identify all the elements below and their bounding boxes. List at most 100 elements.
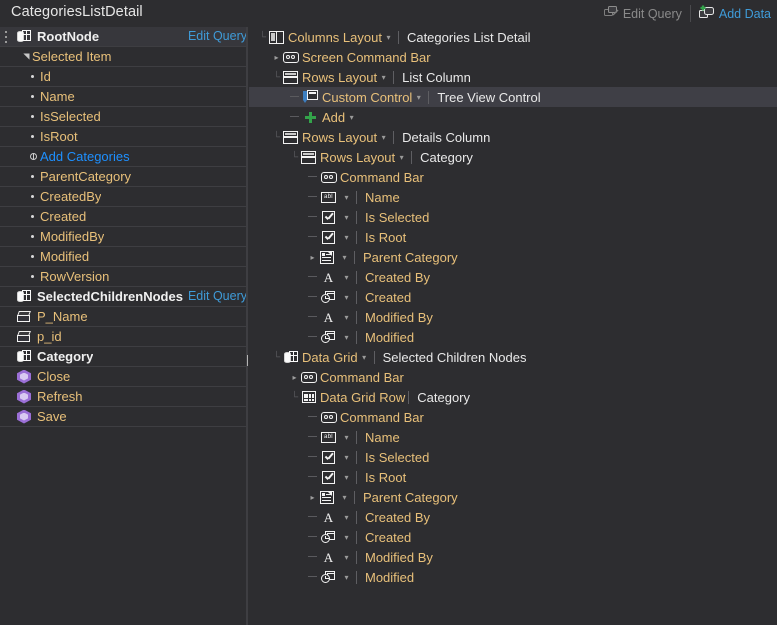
member-row[interactable]: p_id <box>0 327 247 347</box>
tree-node-icon-wrap: A <box>320 549 337 565</box>
tree-row[interactable]: A ▾ Modified By <box>249 547 777 567</box>
chevron-down-icon[interactable]: ▾ <box>395 153 408 162</box>
tree-row[interactable]: └ Data Grid ▾ Selected Children Nodes <box>249 347 777 367</box>
tree-node-icon-wrap <box>320 409 337 425</box>
tree-row[interactable]: Custom Control ▾ Tree View Control <box>249 87 777 107</box>
member-icon-wrap <box>30 255 40 258</box>
chevron-down-icon[interactable]: ▾ <box>340 273 353 282</box>
expander-expanded-icon[interactable]: └ <box>289 152 300 163</box>
member-icon-wrap <box>16 329 32 345</box>
command-bar-icon <box>320 411 337 423</box>
member-row[interactable]: Name <box>0 87 247 107</box>
member-row[interactable]: Created <box>0 207 247 227</box>
tree-row[interactable]: ▾ Created <box>249 527 777 547</box>
expander-collapsed-icon[interactable]: ▸ <box>307 493 318 502</box>
tree-row[interactable]: Command Bar <box>249 167 777 187</box>
chevron-down-icon[interactable]: ▾ <box>377 133 390 142</box>
member-row[interactable]: ◢ Selected Item <box>0 47 247 67</box>
bullet <box>31 255 34 258</box>
member-label[interactable]: Add Categories <box>40 149 130 164</box>
tree-row[interactable]: ▾ Is Selected <box>249 207 777 227</box>
chevron-down-icon[interactable]: ▾ <box>345 113 358 122</box>
chevron-down-icon[interactable]: ▾ <box>340 193 353 202</box>
edit-query-link[interactable]: Edit Query <box>188 289 247 303</box>
tree-row[interactable]: A ▾ Modified By <box>249 307 777 327</box>
member-row[interactable]: Save <box>0 407 247 427</box>
tree-row[interactable]: ▾ Created <box>249 287 777 307</box>
member-row[interactable]: ModifiedBy <box>0 227 247 247</box>
chevron-down-icon[interactable]: ▾ <box>340 573 353 582</box>
panel-splitter[interactable] <box>246 27 248 625</box>
chevron-down-icon[interactable]: ▾ <box>340 293 353 302</box>
tree-row[interactable]: ▾ Modified <box>249 567 777 587</box>
expander-collapsed-icon[interactable]: ▸ <box>307 253 318 262</box>
member-row[interactable]: Close <box>0 367 247 387</box>
expander-collapsed-icon[interactable]: ▸ <box>289 373 300 382</box>
chevron-down-icon[interactable]: ▾ <box>340 333 353 342</box>
add-data-button[interactable]: Add Data <box>693 0 777 27</box>
member-row[interactable]: Id <box>0 67 247 87</box>
tree-row[interactable]: └ Rows Layout ▾ Details Column <box>249 127 777 147</box>
tree-row[interactable]: └ Rows Layout ▾ List Column <box>249 67 777 87</box>
tree-row[interactable]: abl ▾ Name <box>249 187 777 207</box>
tree-row[interactable]: ▸ Command Bar <box>249 367 777 387</box>
member-row[interactable]: IsSelected <box>0 107 247 127</box>
tree-row[interactable]: ▸ ▾ Parent Category <box>249 487 777 507</box>
drag-grip-icon[interactable] <box>5 31 8 43</box>
edit-query-link[interactable]: Edit Query <box>188 29 247 43</box>
chevron-down-icon[interactable]: ▾ <box>340 433 353 442</box>
chevron-down-icon[interactable]: ▾ <box>340 213 353 222</box>
expander-collapsed-icon[interactable]: ▸ <box>271 53 282 62</box>
chevron-down-icon[interactable]: ▾ <box>340 533 353 542</box>
tree-row[interactable]: ▾ Is Root <box>249 467 777 487</box>
expander-expanded-icon[interactable]: └ <box>257 32 268 43</box>
chevron-down-icon[interactable]: ▾ <box>340 513 353 522</box>
expander-icon[interactable]: ◢ <box>22 51 31 63</box>
tree-row[interactable]: A ▾ Created By <box>249 267 777 287</box>
member-row[interactable]: IsRoot <box>0 127 247 147</box>
tree-row[interactable]: abl ▾ Name <box>249 427 777 447</box>
chevron-down-icon[interactable]: ▾ <box>377 73 390 82</box>
chevron-down-icon[interactable]: ▾ <box>382 33 395 42</box>
chevron-down-icon[interactable]: ▾ <box>338 253 351 262</box>
tree-row[interactable]: Command Bar <box>249 407 777 427</box>
tree-row[interactable]: └ Data Grid Row Category <box>249 387 777 407</box>
expander-expanded-icon[interactable]: └ <box>271 72 282 83</box>
member-row[interactable]: Refresh <box>0 387 247 407</box>
tree-row[interactable]: A ▾ Created By <box>249 507 777 527</box>
member-row[interactable]: CreatedBy <box>0 187 247 207</box>
tree-row[interactable]: ▾ Is Root <box>249 227 777 247</box>
chevron-down-icon[interactable]: ▾ <box>340 453 353 462</box>
screen-members-list[interactable]: RootNode Edit Query ◢ Selected Item Id Name Is… <box>0 27 247 625</box>
chevron-down-icon[interactable]: ▾ <box>340 553 353 562</box>
chevron-down-icon[interactable]: ▾ <box>340 473 353 482</box>
expander-expanded-icon[interactable]: └ <box>271 352 282 363</box>
tree-row[interactable]: └ Rows Layout ▾ Category <box>249 147 777 167</box>
data-grid-row-icon <box>301 391 316 403</box>
tree-row[interactable]: ▾ Is Selected <box>249 447 777 467</box>
chevron-down-icon[interactable]: ▾ <box>340 233 353 242</box>
tree-row[interactable]: ▸ ▾ Parent Category <box>249 247 777 267</box>
chevron-down-icon[interactable]: ▾ <box>340 313 353 322</box>
chevron-down-icon[interactable]: ▾ <box>358 353 371 362</box>
tree-row[interactable]: ▾ Modified <box>249 327 777 347</box>
member-row[interactable]: RootNode Edit Query <box>0 27 247 47</box>
member-row[interactable]: Modified <box>0 247 247 267</box>
tree-node-icon-wrap <box>302 109 319 125</box>
tree-row[interactable]: ▸ Screen Command Bar <box>249 47 777 67</box>
expander-expanded-icon[interactable]: └ <box>289 392 300 403</box>
content-tree[interactable]: └ Columns Layout ▾ Categories List Detail ▸ S… <box>249 27 777 625</box>
tree-row[interactable]: └ Columns Layout ▾ Categories List Detail <box>249 27 777 47</box>
member-row[interactable]: SelectedChildrenNodes Edit Query <box>0 287 247 307</box>
edit-query-button[interactable]: Edit Query <box>598 0 688 27</box>
tree-row[interactable]: Add ▾ <box>249 107 777 127</box>
expander-expanded-icon[interactable]: └ <box>271 132 282 143</box>
member-row[interactable]: RowVersion <box>0 267 247 287</box>
member-row[interactable]: Add Categories <box>0 147 247 167</box>
tree-elbow <box>307 167 320 187</box>
chevron-down-icon[interactable]: ▾ <box>338 493 351 502</box>
member-row[interactable]: P_Name <box>0 307 247 327</box>
member-row[interactable]: Category <box>0 347 247 367</box>
chevron-down-icon[interactable]: ▾ <box>412 93 425 102</box>
member-row[interactable]: ParentCategory <box>0 167 247 187</box>
